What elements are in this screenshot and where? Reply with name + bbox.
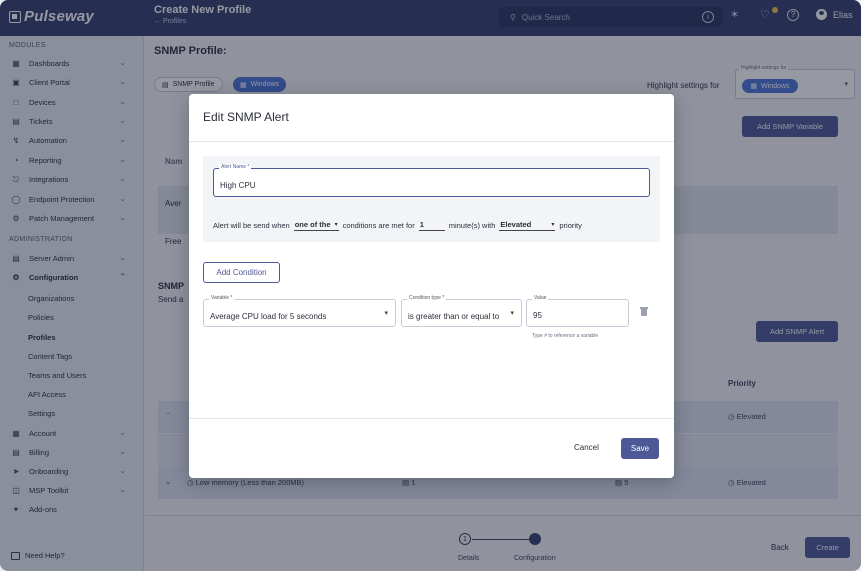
cancel-button[interactable]: Cancel bbox=[574, 443, 599, 452]
trash-icon[interactable] bbox=[640, 307, 648, 316]
chevron-down-icon: ▾ bbox=[334, 222, 338, 228]
value-hint: Type # to reference a variable bbox=[532, 333, 599, 339]
value-label: Value bbox=[532, 295, 549, 301]
cond-mid: conditions are met for bbox=[342, 221, 415, 230]
trash-body bbox=[641, 309, 647, 316]
app-window: Pulseway Create New Profile ← Profiles ⚲… bbox=[0, 0, 861, 571]
save-button[interactable]: Save bbox=[621, 438, 659, 459]
match-type-value: one of the bbox=[294, 220, 331, 229]
value-input[interactable]: Value 95 bbox=[526, 295, 629, 327]
divider bbox=[189, 418, 674, 419]
chevron-down-icon: ▾ bbox=[551, 222, 555, 228]
cond-prefix: Alert will be send when bbox=[213, 221, 290, 230]
alert-settings-panel: Alert Name * High CPU Alert will be send… bbox=[203, 156, 660, 242]
cond-minutes-suffix: minute(s) with bbox=[448, 221, 496, 230]
add-condition-button[interactable]: Add Condition bbox=[203, 262, 280, 283]
match-type-select[interactable]: one of the ▾ bbox=[293, 220, 339, 231]
edit-snmp-alert-dialog: Edit SNMP Alert Alert Name * High CPU Al… bbox=[189, 94, 674, 478]
minutes-input[interactable]: 1 bbox=[418, 220, 445, 231]
value-value: 95 bbox=[533, 311, 542, 320]
variable-select[interactable]: Variable * Average CPU load for 5 second… bbox=[203, 295, 396, 327]
cond-suffix: priority bbox=[559, 221, 582, 230]
alert-name-label: Alert Name * bbox=[219, 164, 252, 170]
dialog-title: Edit SNMP Alert bbox=[203, 110, 289, 124]
condition-type-select[interactable]: Condition type * is greater than or equa… bbox=[401, 295, 522, 327]
condition-type-value: is greater than or equal to bbox=[408, 312, 500, 321]
priority-value: Elevated bbox=[500, 220, 532, 229]
variable-label: Variable * bbox=[209, 295, 235, 301]
alert-name-value: High CPU bbox=[220, 181, 256, 190]
priority-select[interactable]: Elevated ▾ bbox=[499, 220, 556, 231]
variable-value: Average CPU load for 5 seconds bbox=[210, 312, 327, 321]
chevron-down-icon: ▾ bbox=[510, 310, 514, 317]
divider bbox=[189, 141, 674, 142]
chevron-down-icon: ▾ bbox=[384, 310, 388, 317]
condition-sentence: Alert will be send when one of the ▾ con… bbox=[213, 220, 582, 231]
alert-name-field[interactable]: Alert Name * High CPU bbox=[213, 164, 650, 197]
condition-type-label: Condition type * bbox=[407, 295, 447, 301]
